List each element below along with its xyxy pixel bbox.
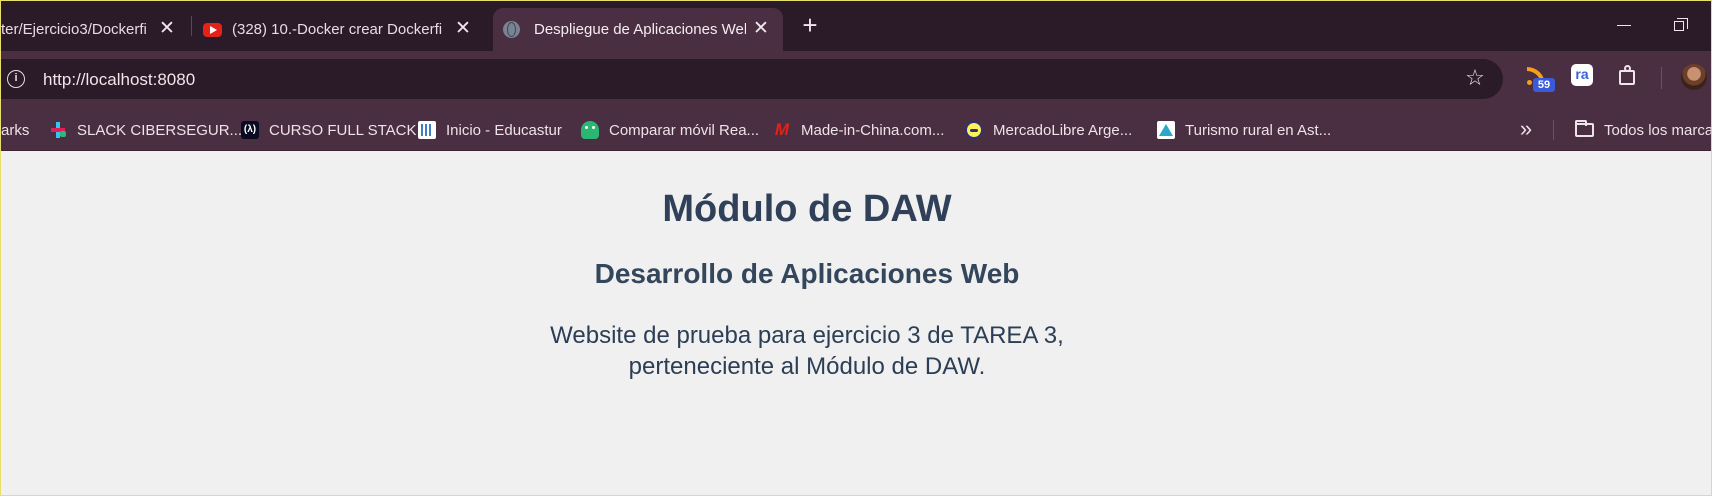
rss-extension-button[interactable]: 59 [1525,63,1555,93]
tab-separator [191,16,192,36]
all-bookmarks-label: Todos los marca [1604,121,1712,139]
address-bar[interactable]: i http://localhost:8080 ☆ [1,59,1503,99]
bookmark-label: Inicio - Educastur [446,121,562,139]
page-content: Módulo de DAW Desarrollo de Aplicaciones… [1,152,1711,495]
bookmark-comparar-movil[interactable]: Comparar móvil Rea... [581,109,759,151]
android-icon [581,121,599,139]
bookmark-label: Turismo rural en Ast... [1185,121,1332,139]
bookmark-made-in-china[interactable]: M Made-in-China.com... [773,109,944,151]
restore-button[interactable] [1665,11,1695,41]
tab-title: Despliegue de Aplicaciones Web [534,21,746,38]
educastur-icon [418,121,436,139]
new-tab-button[interactable]: + [797,12,823,39]
bookmarks-separator [1553,120,1554,140]
made-in-china-icon: M [774,120,790,139]
page-subheading: Desarrollo de Aplicaciones Web [594,258,1020,289]
close-tab-icon[interactable]: ✕ [749,17,773,41]
more-bookmarks-chevron-icon[interactable]: » [1515,109,1537,151]
bookmarks-bar: arks SLACK CIBERSEGUR... (λ) CURSO FULL … [1,109,1712,151]
rss-dot [1527,80,1532,85]
puzzle-knob [1624,65,1631,72]
freecodecamp-icon: (λ) [241,121,259,139]
tab-strip: ter/Ejercicio3/Dockerfi ✕ (328) 10.-Dock… [1,1,1711,51]
tab-youtube[interactable]: (328) 10.-Docker crear Dockerfi ✕ [203,8,473,51]
tab-github[interactable]: ter/Ejercicio3/Dockerfi ✕ [1,8,181,51]
bookmark-label: SLACK CIBERSEGUR... [77,121,243,139]
page-heading: Módulo de DAW [662,188,952,230]
bookmark-label: CURSO FULL STACK [269,121,417,139]
bookmark-educastur[interactable]: Inicio - Educastur [418,109,562,151]
bookmark-mercadolibre[interactable]: MercadoLibre Arge... [965,109,1132,151]
tab-title: (328) 10.-Docker crear Dockerfi [232,21,443,38]
globe-icon [503,21,520,38]
bookmark-label: MercadoLibre Arge... [993,121,1133,139]
bookmark-label: Comparar móvil Rea... [609,121,760,139]
bookmark-label: arks [1,121,30,139]
url-text[interactable]: http://localhost:8080 [43,70,195,90]
mercadolibre-icon [965,121,983,139]
bookmark-star-icon[interactable]: ☆ [1463,66,1487,90]
tab-active[interactable]: Despliegue de Aplicaciones Web ✕ [493,8,783,51]
ra-extension-button[interactable]: ra [1571,64,1593,86]
restore-icon [1674,18,1688,31]
toolbar: i http://localhost:8080 ☆ 59 ra [1,51,1711,109]
rss-badge: 59 [1533,78,1555,92]
slack-icon [49,121,67,139]
all-bookmarks-button[interactable]: Todos los marca [1575,109,1712,151]
minimize-icon [1617,25,1631,26]
extensions-puzzle-icon[interactable] [1615,63,1641,89]
bookmark-item[interactable]: arks [1,109,29,151]
bookmark-label: Made-in-China.com... [801,121,945,139]
folder-icon [1575,120,1594,137]
site-info-icon[interactable]: i [7,70,25,88]
browser-window: ter/Ejercicio3/Dockerfi ✕ (328) 10.-Dock… [0,0,1712,496]
puzzle-body [1619,70,1635,85]
turismo-rural-icon [1157,121,1175,139]
tab-title: ter/Ejercicio3/Dockerfi [1,21,147,38]
close-tab-icon[interactable]: ✕ [155,17,179,41]
bookmark-turismo-rural[interactable]: Turismo rural en Ast... [1157,109,1331,151]
youtube-icon [203,22,222,37]
page-paragraph: Website de prueba para ejercicio 3 de TA… [550,322,1064,380]
minimize-button[interactable] [1609,11,1639,41]
bookmark-slack[interactable]: SLACK CIBERSEGUR... [49,109,242,151]
bookmark-full-stack[interactable]: (λ) CURSO FULL STACK [241,109,417,151]
profile-avatar[interactable] [1681,64,1707,90]
toolbar-separator [1661,67,1662,89]
close-tab-icon[interactable]: ✕ [451,17,473,41]
